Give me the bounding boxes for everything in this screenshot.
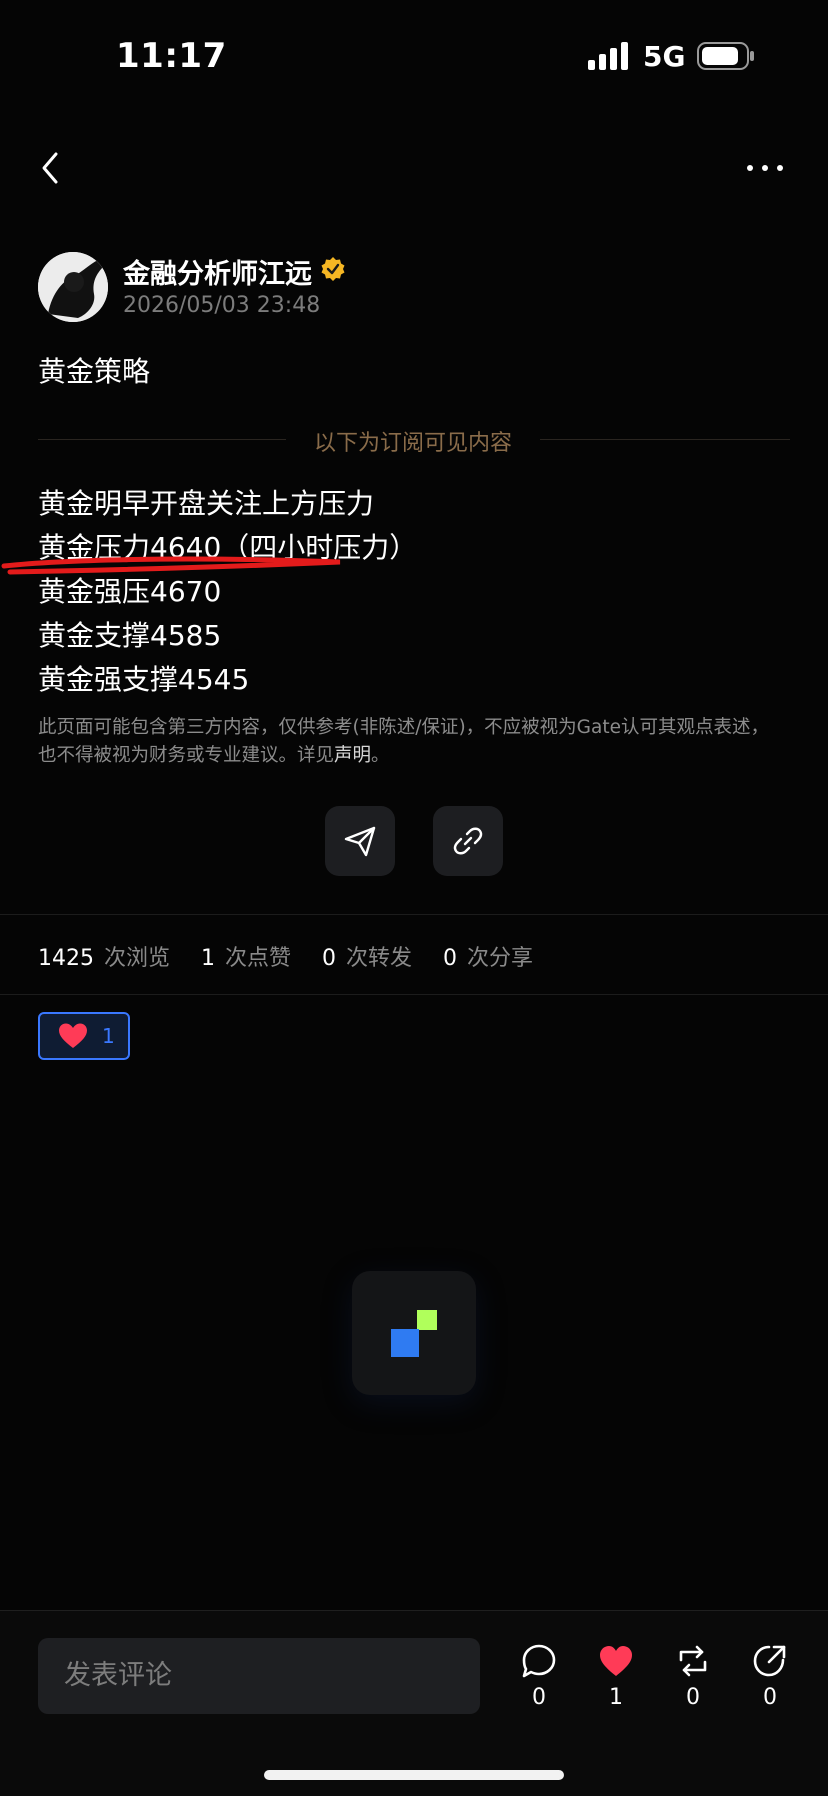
separator <box>0 914 828 915</box>
post-content: 黄金明早开盘关注上方压力 黄金压力4640（四小时压力） 黄金强压4670 黄金… <box>38 482 417 702</box>
likes-label: 次点赞 <box>225 946 292 971</box>
separator <box>0 994 828 995</box>
comment-icon <box>522 1644 556 1678</box>
likes-count: 1 <box>201 946 216 971</box>
disclaimer: 此页面可能包含第三方内容，仅供参考(非陈述/保证)，不应被视为Gate认可其观点… <box>38 714 778 770</box>
red-underline-annotation <box>1 556 341 575</box>
subscriber-content-label: 以下为订阅可见内容 <box>313 431 512 456</box>
heart-reaction-chip[interactable]: 1 <box>38 1012 130 1060</box>
reaction-count: 1 <box>102 1024 115 1048</box>
share-count: 0 <box>763 1685 777 1710</box>
content-line: 黄金支撑4585 <box>38 619 222 652</box>
reposts-count: 0 <box>322 946 337 971</box>
disclaimer-text: 此页面可能包含第三方内容，仅供参考(非陈述/保证)，不应被视为Gate认可其观点… <box>38 717 769 766</box>
heart-icon <box>59 1023 87 1048</box>
author-name[interactable]: 金融分析师江远 <box>123 252 312 291</box>
loading-indicator <box>352 1271 476 1395</box>
link-icon <box>453 827 483 855</box>
avatar[interactable] <box>38 252 108 322</box>
shares-count: 0 <box>443 946 458 971</box>
repost-icon <box>679 1645 707 1677</box>
more-options-icon[interactable] <box>744 152 786 182</box>
network-type: 5G <box>643 40 686 73</box>
post-title: 黄金策略 <box>38 355 151 388</box>
signal-icon <box>588 42 628 70</box>
verified-badge-icon <box>321 257 345 281</box>
comment-input[interactable]: 发表评论 <box>38 1638 480 1714</box>
send-button[interactable] <box>325 806 395 876</box>
disclaimer-link[interactable]: 声明 <box>334 745 371 766</box>
content-line: 黄金明早开盘关注上方压力 <box>38 487 375 520</box>
disclaimer-end: 。 <box>371 745 390 766</box>
divider-right <box>540 439 790 440</box>
repost-count: 0 <box>686 1685 700 1710</box>
share-button[interactable]: 0 <box>740 1643 800 1710</box>
views-count: 1425 <box>38 946 94 971</box>
reposts-label: 次转发 <box>346 946 413 971</box>
comment-button[interactable]: 0 <box>509 1643 569 1710</box>
comment-count: 0 <box>532 1685 546 1710</box>
share-icon <box>753 1645 786 1677</box>
content-line: 黄金强支撑4545 <box>38 663 250 696</box>
views-label: 次浏览 <box>104 946 171 971</box>
post-date: 2026/05/03 23:48 <box>123 293 321 318</box>
post-stats: 1425 次浏览 1 次点赞 0 次转发 0 次分享 <box>38 940 557 972</box>
repost-button[interactable]: 0 <box>663 1643 723 1710</box>
home-indicator <box>264 1770 564 1780</box>
loader-square-blue <box>391 1329 419 1357</box>
shares-label: 次分享 <box>467 946 534 971</box>
status-time: 11:17 <box>116 36 227 76</box>
copy-link-button[interactable] <box>433 806 503 876</box>
send-icon <box>344 826 376 857</box>
loader-square-green <box>417 1310 437 1330</box>
like-count: 1 <box>609 1685 623 1710</box>
back-icon[interactable] <box>36 148 66 188</box>
battery-icon <box>697 42 754 70</box>
like-button[interactable]: 1 <box>586 1643 646 1710</box>
heart-icon <box>600 1646 632 1676</box>
divider-left <box>38 439 286 440</box>
